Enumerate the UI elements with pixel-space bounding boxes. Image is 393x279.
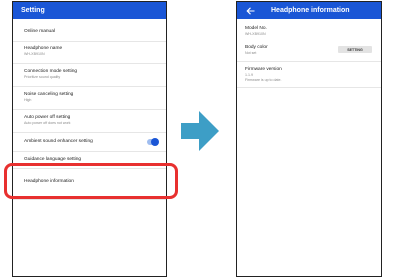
ambient-sound-toggle[interactable] (147, 138, 159, 146)
settings-item-noise-canceling[interactable]: Noise canceling setting High (13, 92, 166, 103)
arrow-right-icon (181, 111, 219, 151)
settings-item-ambient-sound-enhancer[interactable]: Ambient sound enhancer setting (13, 139, 166, 145)
item-label: Ambient sound enhancer setting (24, 139, 93, 144)
item-label: Online manual (24, 29, 55, 34)
arrow-shape (181, 111, 219, 151)
toggle-knob (151, 138, 159, 146)
settings-item-auto-power-off[interactable]: Auto power off setting Auto power off do… (13, 115, 166, 126)
info-app-bar: Headphone information (237, 2, 381, 19)
item-sub: Prioritize sound quality (24, 75, 61, 79)
divider (13, 63, 166, 64)
settings-title: Setting (21, 7, 45, 14)
item-sub: Auto power off does not work (24, 121, 71, 125)
firmware-status: Firmware is up to date. (245, 78, 282, 82)
body-color-setting-button[interactable]: SETTING (338, 46, 372, 53)
divider (13, 151, 166, 152)
settings-app-bar: Setting (13, 2, 166, 19)
divider (237, 61, 381, 62)
firmware-row: Firmware version 1.1.9 Firmware is up to… (237, 67, 381, 83)
settings-screen: Setting Online manual Headphone name WH-… (12, 1, 167, 277)
highlight-frame (4, 163, 178, 199)
info-title: Headphone information (271, 7, 350, 14)
settings-item-online-manual[interactable]: Online manual (13, 29, 166, 35)
divider (13, 109, 166, 110)
item-sub: High (24, 98, 32, 102)
settings-item-connection-mode[interactable]: Connection mode setting Prioritize sound… (13, 69, 166, 80)
headphone-information-screen: Headphone information Model No. WH-XB910… (236, 1, 382, 277)
divider (13, 132, 166, 133)
item-sub: WH-XB910N (24, 52, 45, 56)
model-value: WH-XB910N (245, 32, 266, 36)
divider (237, 87, 381, 88)
arrow-left-icon[interactable] (243, 5, 257, 17)
divider (13, 86, 166, 87)
divider (13, 41, 166, 42)
model-number-row: Model No. WH-XB910N (237, 26, 381, 37)
divider (13, 199, 166, 200)
settings-item-headphone-name[interactable]: Headphone name WH-XB910N (13, 46, 166, 57)
